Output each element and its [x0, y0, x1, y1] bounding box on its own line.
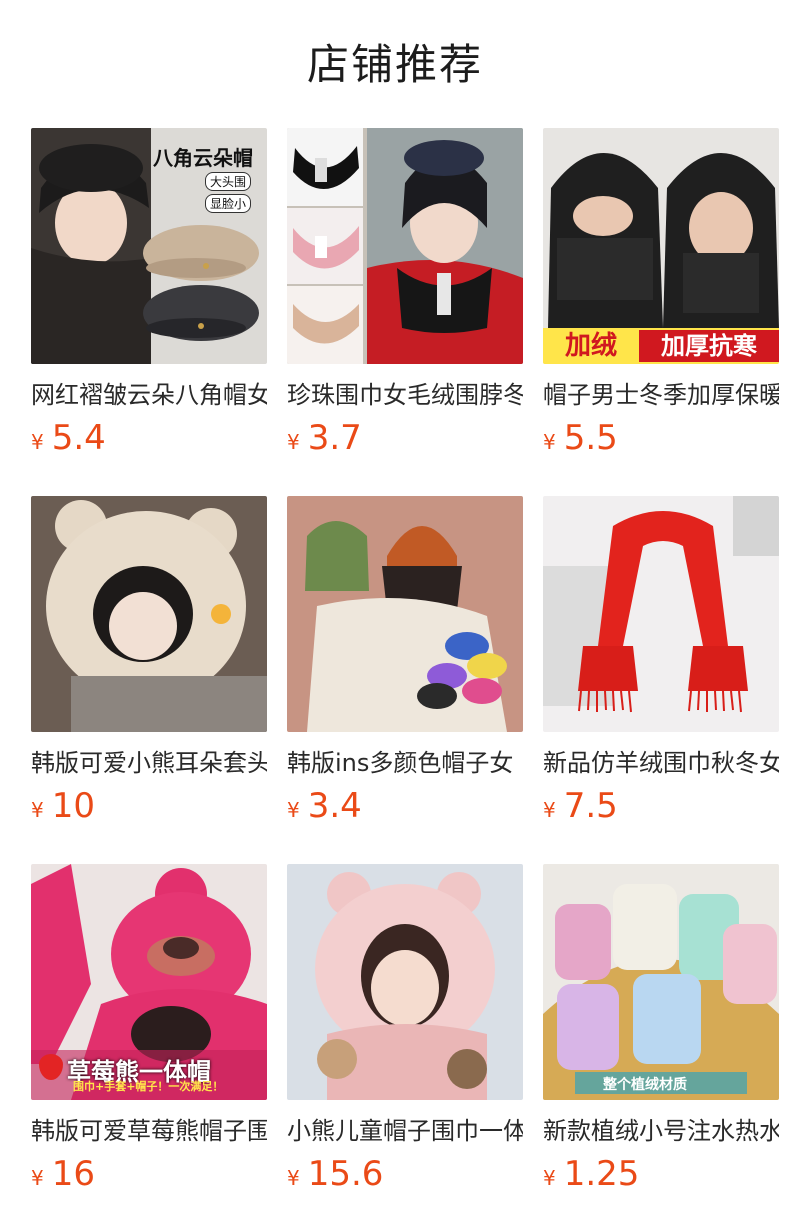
product-title[interactable]: 韩版可爱草莓熊帽子围巾 [31, 1114, 267, 1148]
product-title[interactable]: 新款植绒小号注水热水袋 [543, 1114, 779, 1148]
product-title[interactable]: 新品仿羊绒围巾秋冬女 [543, 746, 779, 780]
product-card[interactable]: 韩版ins多颜色帽子女 ¥ 3.4 [287, 496, 523, 864]
price-value: 10 [51, 786, 95, 826]
tag-label: 围巾+手套+帽子！一次满足！ [73, 1080, 224, 1093]
bear-ear-hat-image[interactable] [31, 496, 267, 732]
product-title[interactable]: 韩版可爱小熊耳朵套头帽 [31, 746, 267, 780]
product-card[interactable]: 韩版可爱小熊耳朵套头帽 ¥ 10 [31, 496, 267, 864]
kids-bear-hat-image[interactable] [287, 864, 523, 1100]
product-price: ¥ 1.25 [543, 1154, 779, 1194]
hot-water-bottle-image[interactable]: 整个植绒材质 [543, 864, 779, 1100]
balaclava-hat-image[interactable]: 加绒 加厚抗寒 [543, 128, 779, 364]
price-value: 5.4 [51, 418, 106, 458]
tag-label: 加厚抗寒 [639, 330, 779, 362]
product-card[interactable]: 珍珠围巾女毛绒围脖冬季 ¥ 3.7 [287, 128, 523, 496]
product-title[interactable]: 小熊儿童帽子围巾一体 [287, 1114, 523, 1148]
section-header: 店铺推荐 [0, 0, 790, 128]
product-card[interactable]: 整个植绒材质 新款植绒小号注水热水袋 ¥ 1.25 [543, 864, 779, 1232]
price-value: 5.5 [563, 418, 618, 458]
product-price: ¥ 10 [31, 786, 267, 826]
currency-symbol: ¥ [287, 798, 300, 822]
knit-beanie-image[interactable] [287, 496, 523, 732]
price-value: 7.5 [563, 786, 618, 826]
currency-symbol: ¥ [31, 798, 44, 822]
tag-label: 显脸小 [205, 194, 252, 213]
product-price: ¥ 7.5 [543, 786, 779, 826]
product-price: ¥ 15.6 [287, 1154, 523, 1194]
currency-symbol: ¥ [31, 1166, 44, 1190]
tag-label: 整个植绒材质 [603, 1077, 687, 1093]
product-price: ¥ 3.4 [287, 786, 523, 826]
currency-symbol: ¥ [543, 798, 556, 822]
product-card[interactable]: 加绒 加厚抗寒 帽子男士冬季加厚保暖 ¥ 5.5 [543, 128, 779, 496]
strawberry-bear-hat-image[interactable]: 草莓熊一体帽 围巾+手套+帽子！一次满足！ [31, 864, 267, 1100]
tag-label: 八角云朵帽 [153, 146, 253, 170]
product-card[interactable]: 草莓熊一体帽 围巾+手套+帽子！一次满足！ 韩版可爱草莓熊帽子围巾 ¥ 16 [31, 864, 267, 1232]
currency-symbol: ¥ [287, 430, 300, 454]
price-value: 3.4 [307, 786, 362, 826]
product-price: ¥ 5.5 [543, 418, 779, 458]
price-value: 15.6 [307, 1154, 384, 1194]
price-value: 16 [51, 1154, 95, 1194]
beret-hat-image[interactable]: 八角云朵帽 大头围 显脸小 [31, 128, 267, 364]
product-price: ¥ 16 [31, 1154, 267, 1194]
pearl-scarf-image[interactable] [287, 128, 523, 364]
product-price: ¥ 3.7 [287, 418, 523, 458]
red-scarf-image[interactable] [543, 496, 779, 732]
price-value: 3.7 [307, 418, 362, 458]
product-grid: 八角云朵帽 大头围 显脸小 网红褶皱云朵八角帽女 ¥ 5.4 珍珠围巾女毛绒围脖… [0, 128, 790, 1232]
product-title[interactable]: 网红褶皱云朵八角帽女 [31, 378, 267, 412]
page-title: 店铺推荐 [306, 39, 483, 89]
currency-symbol: ¥ [31, 430, 44, 454]
currency-symbol: ¥ [543, 1166, 556, 1190]
product-title[interactable]: 帽子男士冬季加厚保暖 [543, 378, 779, 412]
price-value: 1.25 [563, 1154, 640, 1194]
tag-label: 大头围 [205, 172, 252, 191]
product-card[interactable]: 新品仿羊绒围巾秋冬女 ¥ 7.5 [543, 496, 779, 864]
currency-symbol: ¥ [543, 430, 556, 454]
product-title[interactable]: 珍珠围巾女毛绒围脖冬季 [287, 378, 523, 412]
tag-label: 加绒 [547, 330, 635, 362]
product-price: ¥ 5.4 [31, 418, 267, 458]
product-card[interactable]: 小熊儿童帽子围巾一体 ¥ 15.6 [287, 864, 523, 1232]
product-card[interactable]: 八角云朵帽 大头围 显脸小 网红褶皱云朵八角帽女 ¥ 5.4 [31, 128, 267, 496]
currency-symbol: ¥ [287, 1166, 300, 1190]
product-title[interactable]: 韩版ins多颜色帽子女 [287, 746, 523, 780]
